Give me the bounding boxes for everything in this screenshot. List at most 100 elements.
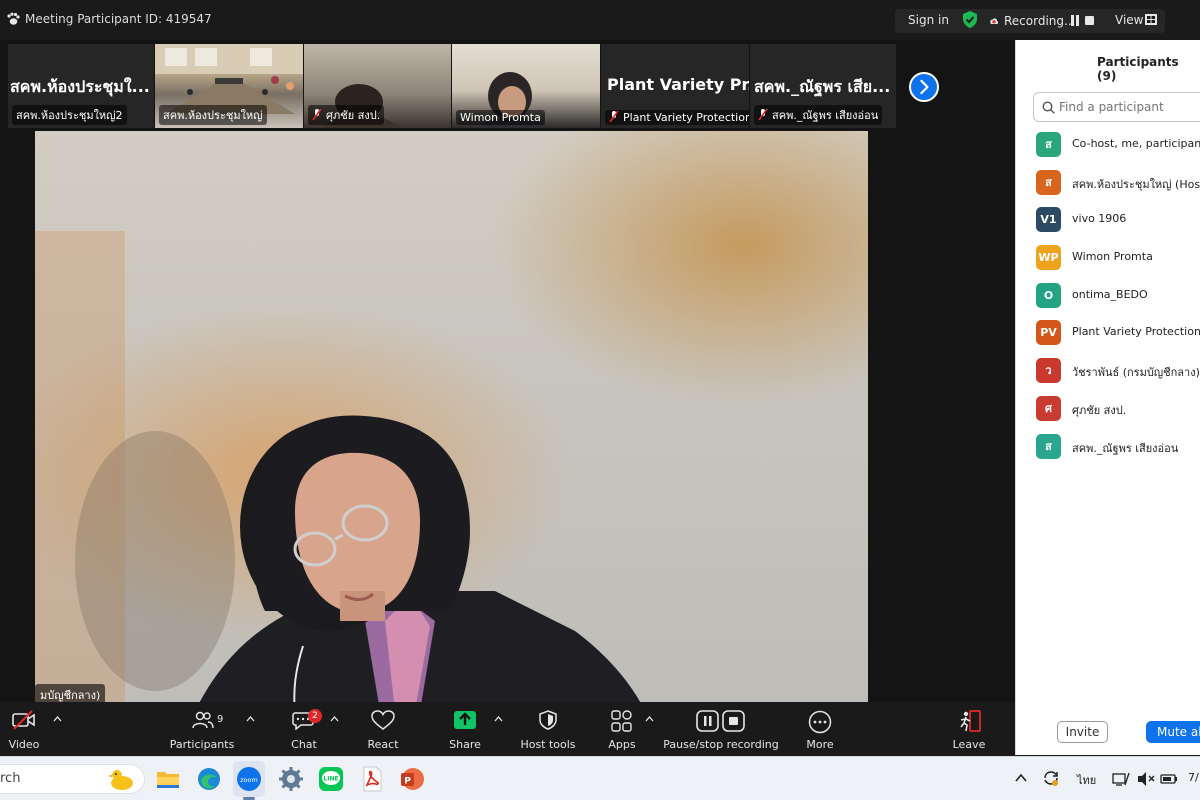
leave-door-icon [960,710,981,732]
share-options-caret-icon[interactable] [494,716,503,722]
participant-thumbnail[interactable]: Plant Variety Pr... Plant Variety Protec… [601,44,749,128]
participant-thumbnail[interactable]: สคพ.ห้องประชุมใหญ่ [155,44,303,128]
participant-thumbnail[interactable]: ศุภชัย สงป. [304,44,451,128]
participant-row[interactable]: WP Wimon Promta [1016,243,1200,271]
thumbnail-name-label: สคพ.ห้องประชุมใหญ่ [159,105,267,125]
active-speaker-video[interactable]: มบัญชีกลาง) [35,131,868,702]
grid-view-icon[interactable] [1145,14,1157,25]
meeting-toolbar: Video 9 Participants 2 Chat React Share … [0,702,1015,756]
apps-label: Apps [608,738,636,751]
invite-button[interactable]: Invite [1057,721,1108,743]
video-button[interactable]: Video [0,702,48,756]
settings-gear-icon[interactable] [278,766,304,792]
zoom-meeting-window: Meeting Participant ID: 419547 Sign in R… [0,0,1200,800]
share-label: Share [449,738,481,751]
video-label: Video [8,738,40,751]
sign-in-button[interactable]: Sign in [908,13,949,27]
apps-options-caret-icon[interactable] [645,716,654,722]
video-options-caret-icon[interactable] [53,716,62,722]
avatar: V1 [1036,207,1061,232]
participant-thumbnail[interactable]: Wimon Promta [452,44,600,128]
participant-name: สคพ.ห้องประชุมใหญ่ (Host) [1072,178,1200,191]
leave-label: Leave [952,738,986,751]
search-icon [1042,101,1055,114]
stop-recording-icon[interactable] [1085,16,1094,25]
participant-row[interactable]: ส Co-host, me, participant ID [1016,130,1200,158]
participants-label: Participants [169,738,235,751]
speaker-person [199,415,641,702]
thumbnail-name-label: สคพ.ห้องประชุมใหญ่2 [12,105,127,125]
chat-options-caret-icon[interactable] [330,716,339,722]
participant-thumbnail[interactable]: สคพ.ห้องประชุมใ... สคพ.ห้องประชุมใหญ่2 [8,44,154,128]
participants-count: 9 [217,714,224,725]
participant-row[interactable]: O ontima_BEDO [1016,281,1200,309]
network-icon[interactable] [1112,771,1130,787]
view-button[interactable]: View [1115,13,1143,27]
avatar: ว [1036,358,1061,383]
sync-icon[interactable] [1042,769,1060,787]
leave-button[interactable]: Leave [949,702,989,756]
taskbar-search-text: rch [0,771,21,786]
recording-cloud-icon [990,18,999,24]
avatar: PV [1036,320,1061,345]
more-button[interactable]: More [800,702,840,756]
participant-name: vivo 1906 [1072,212,1127,225]
participant-row[interactable]: PV Plant Variety Protection C [1016,318,1200,346]
participant-name: Plant Variety Protection C [1072,325,1200,338]
host-tools-label: Host tools [520,738,576,751]
battery-icon[interactable] [1160,771,1178,787]
paw-icon [7,12,20,25]
edge-browser-icon[interactable] [196,766,222,792]
avatar: ศ [1036,396,1061,421]
participants-button[interactable]: 9 Participants [168,702,236,756]
react-button[interactable]: React [362,702,404,756]
video-off-icon [12,710,35,730]
recording-status[interactable]: Recording... [1004,14,1075,28]
participant-thumbnail[interactable]: สคพ._ณัฐพร เสีย... สคพ._ณัฐพร เสียงอ่อน [750,44,896,128]
participants-panel: Participants (9) ส Co-host, me, particip… [1015,40,1200,755]
muted-mic-icon [312,109,322,120]
participant-row[interactable]: ว วัชราพันธ์ (กรมบัญชีกลาง) [1016,356,1200,384]
share-screen-icon [454,711,476,729]
participant-name: ontima_BEDO [1072,288,1148,301]
input-language[interactable]: ไทย [1077,771,1096,789]
apps-icon [611,710,632,732]
line-app-icon[interactable]: LINE [318,766,344,792]
pause-stop-recording-button[interactable]: Pause/stop recording [662,702,780,756]
participant-row[interactable]: ส สคพ.ห้องประชุมใหญ่ (Host) [1016,168,1200,196]
share-button[interactable]: Share [444,702,486,756]
svg-text:P: P [404,777,411,787]
participants-panel-title: Participants (9) [1097,55,1179,83]
muted-mic-icon [758,109,768,120]
pause-stop-label: Pause/stop recording [663,738,779,751]
zoom-app-icon[interactable]: zoom [236,766,262,792]
host-tools-button[interactable]: Host tools [518,702,578,756]
next-page-chevron-icon[interactable] [909,72,939,102]
avatar: O [1036,283,1061,308]
participant-row[interactable]: ส สคพ._ณัฐพร เสียงอ่อน [1016,432,1200,460]
mute-all-button[interactable]: Mute all [1146,721,1200,743]
avatar: ส [1036,434,1061,459]
avatar: ส [1036,132,1061,157]
participants-options-caret-icon[interactable] [246,716,255,722]
speaker-name-label: มบัญชีกลาง) [35,684,106,702]
apps-button[interactable]: Apps [602,702,642,756]
clock-text[interactable]: 7/ [1188,771,1199,784]
more-icon [808,710,832,734]
participant-row[interactable]: V1 vivo 1906 [1016,205,1200,233]
participant-row[interactable]: ศ ศุภชัย สงป. [1016,394,1200,422]
encryption-shield-icon[interactable] [962,11,978,28]
participant-name: Wimon Promta [1072,250,1153,263]
powerpoint-icon[interactable]: P [399,766,425,792]
chat-button[interactable]: 2 Chat [284,702,324,756]
participant-name: วัชราพันธ์ (กรมบัญชีกลาง) [1072,366,1200,379]
pause-recording-icon[interactable] [1070,15,1080,26]
participant-search[interactable] [1033,92,1200,122]
participant-search-input[interactable] [1059,97,1199,117]
heart-icon [371,710,395,730]
speaker-muted-icon[interactable] [1137,771,1155,787]
meeting-title: Meeting Participant ID: 419547 [25,12,212,26]
chevron-up-icon[interactable] [1014,771,1028,785]
file-explorer-icon[interactable] [155,766,181,792]
pdf-reader-icon[interactable] [359,766,385,792]
